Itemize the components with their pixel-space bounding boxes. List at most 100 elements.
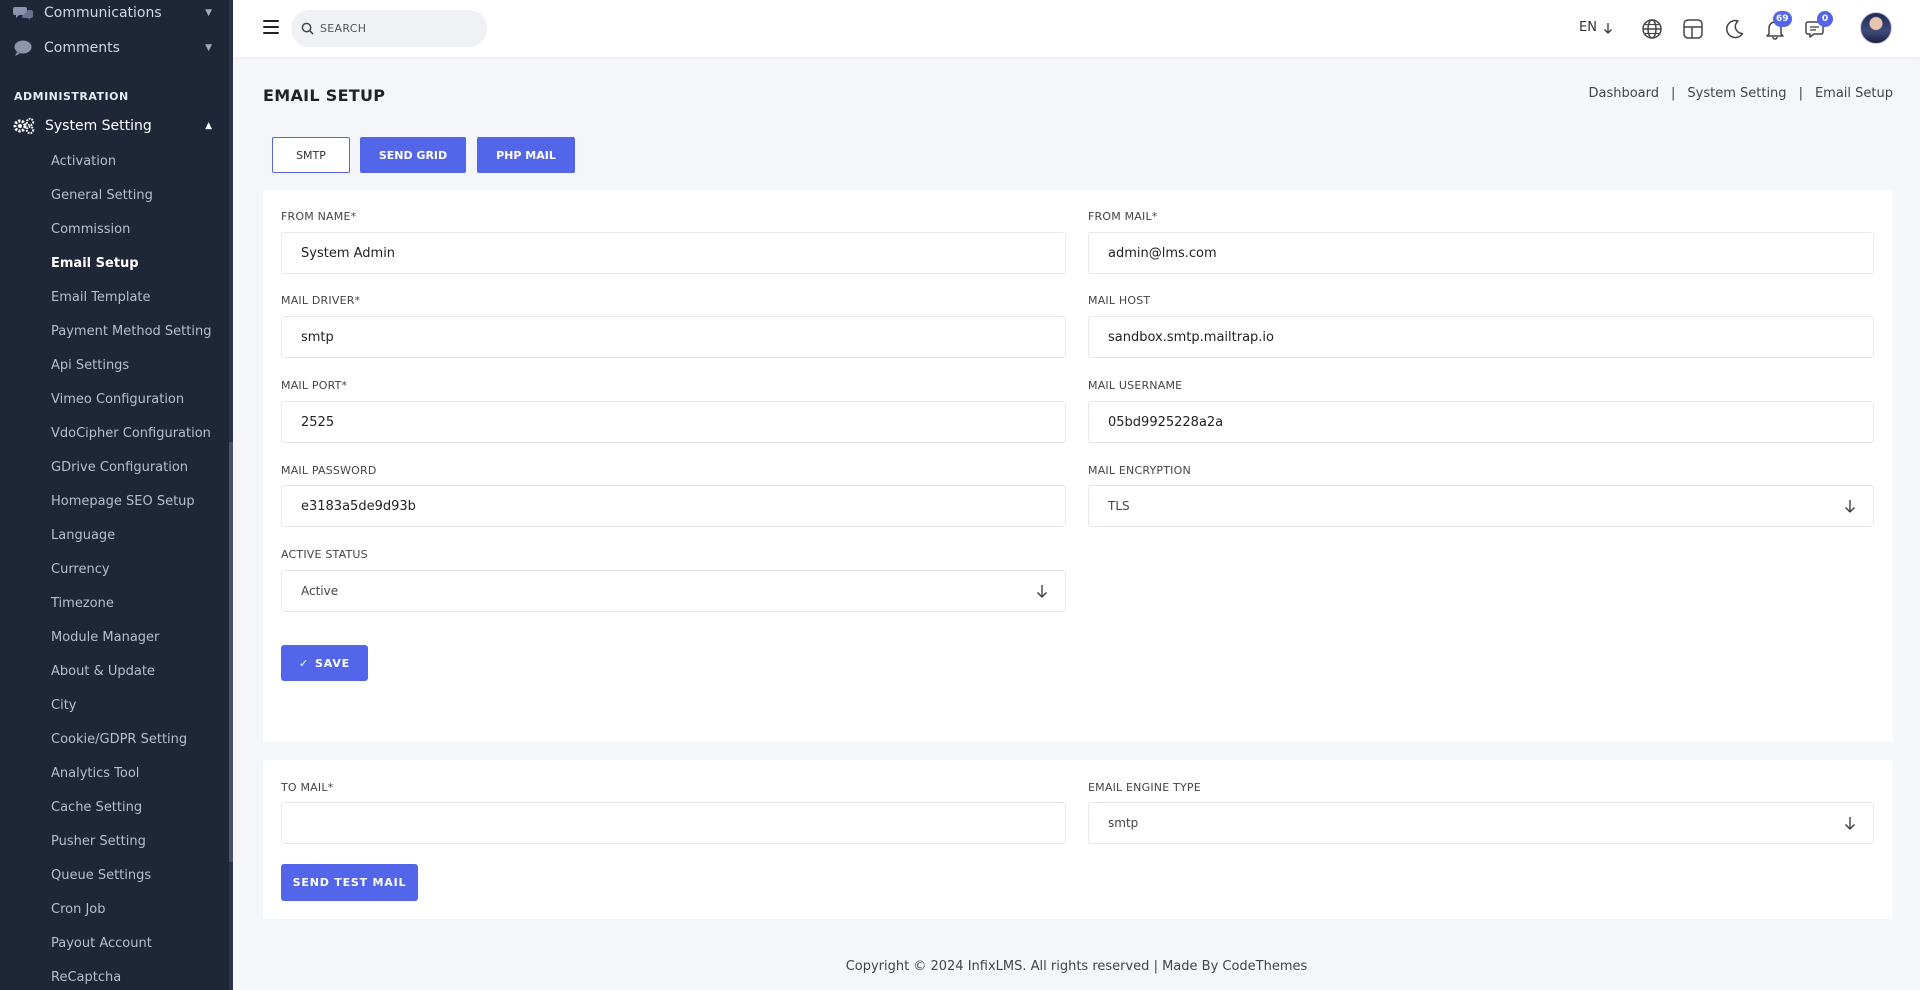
tab-smtp[interactable]: SMTP: [272, 137, 350, 173]
sidebar-item-general-setting[interactable]: General Setting: [51, 188, 153, 203]
chat-bubbles-icon: [12, 5, 34, 21]
sidebar-item-cookie-gdpr-setting[interactable]: Cookie/GDPR Setting: [51, 732, 187, 747]
mail-driver-label: MAIL DRIVER*: [281, 294, 361, 307]
sidebar-section-administration: ADMINISTRATION: [14, 90, 129, 103]
mail-username-label: MAIL USERNAME: [1088, 379, 1183, 392]
messages-count-badge: 0: [1817, 11, 1833, 27]
copyright-text: Copyright © 2024 InfixLMS. All rights re…: [845, 958, 1308, 974]
mail-host-label: MAIL HOST: [1088, 294, 1151, 307]
tab-php-mail[interactable]: PHP MAIL: [477, 137, 575, 173]
arrow-down-icon: [1845, 500, 1855, 513]
sidebar-item-activation[interactable]: Activation: [51, 154, 116, 169]
email-engine-type-select[interactable]: smtp: [1088, 802, 1874, 844]
sidebar-item-label: Communications: [44, 5, 162, 21]
breadcrumb: Dashboard | System Setting | Email Setup: [1588, 86, 1893, 101]
search-icon: [301, 22, 314, 35]
from-name-input[interactable]: [281, 232, 1066, 274]
sidebar-item-communications[interactable]: Communications ▼: [12, 5, 212, 21]
gears-icon: [12, 117, 36, 135]
caret-up-icon: ▲: [205, 121, 212, 131]
breadcrumb-separator: |: [1798, 86, 1803, 101]
mail-driver-input[interactable]: [281, 316, 1066, 358]
mail-username-input[interactable]: [1088, 401, 1874, 443]
arrow-down-icon: [1603, 22, 1612, 34]
sidebar-item-commission[interactable]: Commission: [51, 222, 130, 237]
sidebar-item-api-settings[interactable]: Api Settings: [51, 358, 129, 373]
sidebar-item-city[interactable]: City: [51, 698, 76, 713]
mail-encryption-label: MAIL ENCRYPTION: [1088, 464, 1191, 477]
email-setup-form-card: FROM NAME* FROM MAIL* MAIL DRIVER* MAIL …: [263, 190, 1893, 742]
sidebar-item-module-manager[interactable]: Module Manager: [51, 630, 159, 645]
from-name-label: FROM NAME*: [281, 210, 357, 223]
sidebar-item-payout-account[interactable]: Payout Account: [51, 936, 152, 951]
language-selector[interactable]: EN: [1579, 20, 1613, 35]
sidebar-item-comments[interactable]: Comments ▼: [12, 40, 212, 56]
save-button[interactable]: ✓ SAVE: [281, 645, 368, 681]
sidebar-item-payment-method-setting[interactable]: Payment Method Setting: [51, 324, 211, 339]
sidebar-item-timezone[interactable]: Timezone: [51, 596, 114, 611]
page-title: EMAIL SETUP: [263, 86, 386, 105]
breadcrumb-dashboard[interactable]: Dashboard: [1588, 86, 1659, 101]
breadcrumb-email-setup: Email Setup: [1814, 86, 1893, 101]
sidebar-item-system-setting[interactable]: System Setting ▲: [12, 117, 212, 135]
check-icon: ✓: [299, 656, 310, 670]
sidebar-item-email-template[interactable]: Email Template: [51, 290, 151, 305]
arrow-down-icon: [1845, 817, 1855, 830]
search-input[interactable]: [320, 22, 470, 35]
mail-encryption-select[interactable]: TLS: [1088, 485, 1874, 527]
breadcrumb-separator: |: [1671, 86, 1676, 101]
caret-down-icon: ▼: [205, 8, 212, 18]
mail-password-input[interactable]: [281, 485, 1066, 527]
notification-count-badge: 69: [1773, 11, 1792, 27]
sidebar-item-pusher-setting[interactable]: Pusher Setting: [51, 834, 146, 849]
mail-port-input[interactable]: [281, 401, 1066, 443]
sidebar-item-recaptcha[interactable]: ReCaptcha: [51, 970, 121, 985]
active-status-select[interactable]: Active: [281, 570, 1066, 612]
search-box[interactable]: [291, 10, 487, 47]
sidebar-item-homepage-seo-setup[interactable]: Homepage SEO Setup: [51, 494, 195, 509]
sidebar-item-queue-settings[interactable]: Queue Settings: [51, 868, 151, 883]
globe-icon[interactable]: [1641, 18, 1663, 40]
caret-down-icon: ▼: [205, 43, 212, 53]
active-status-label: ACTIVE STATUS: [281, 548, 368, 561]
email-engine-type-value: smtp: [1108, 816, 1139, 830]
tab-send-grid[interactable]: SEND GRID: [360, 137, 466, 173]
sidebar-scrollbar-thumb[interactable]: [229, 442, 233, 862]
sidebar-item-vdocipher-configuration[interactable]: VdoCipher Configuration: [51, 426, 211, 441]
sidebar-item-cache-setting[interactable]: Cache Setting: [51, 800, 142, 815]
comment-icon: [12, 40, 34, 56]
from-mail-input[interactable]: [1088, 232, 1874, 274]
sidebar-item-about-update[interactable]: About & Update: [51, 664, 155, 679]
active-status-value: Active: [301, 584, 339, 598]
sidebar-item-label: Comments: [44, 40, 120, 56]
from-mail-label: FROM MAIL*: [1088, 210, 1158, 223]
to-mail-input[interactable]: [281, 802, 1066, 844]
menu-toggle-icon[interactable]: [263, 20, 279, 34]
sidebar: Communications ▼ Comments ▼ ADMINISTRATI…: [0, 0, 233, 990]
mail-password-label: MAIL PASSWORD: [281, 464, 377, 477]
mail-port-label: MAIL PORT*: [281, 379, 348, 392]
sidebar-item-email-setup[interactable]: Email Setup: [51, 256, 139, 271]
footer: Copyright © 2024 InfixLMS. All rights re…: [233, 942, 1920, 990]
sidebar-item-analytics-tool[interactable]: Analytics Tool: [51, 766, 139, 781]
user-avatar[interactable]: [1860, 12, 1892, 44]
sidebar-item-vimeo-configuration[interactable]: Vimeo Configuration: [51, 392, 184, 407]
mail-encryption-value: TLS: [1108, 499, 1130, 513]
breadcrumb-system-setting[interactable]: System Setting: [1687, 86, 1786, 101]
sidebar-item-cron-job[interactable]: Cron Job: [51, 902, 106, 917]
to-mail-label: TO MAIL*: [281, 781, 334, 794]
top-header: EN: [233, 0, 1920, 57]
language-label: EN: [1579, 20, 1597, 35]
mail-host-input[interactable]: [1088, 316, 1874, 358]
sidebar-item-label: System Setting: [45, 118, 152, 134]
arrow-down-icon: [1037, 585, 1047, 598]
sidebar-item-language[interactable]: Language: [51, 528, 115, 543]
test-mail-card: TO MAIL* EMAIL ENGINE TYPE smtp SEND TES…: [263, 760, 1893, 919]
send-test-mail-button[interactable]: SEND TEST MAIL: [281, 864, 418, 901]
dark-mode-moon-icon[interactable]: [1723, 18, 1745, 40]
email-engine-type-label: EMAIL ENGINE TYPE: [1088, 781, 1201, 794]
sidebar-item-currency[interactable]: Currency: [51, 562, 110, 577]
save-button-label: SAVE: [315, 656, 350, 670]
sidebar-item-gdrive-configuration[interactable]: GDrive Configuration: [51, 460, 188, 475]
layout-icon[interactable]: [1682, 18, 1704, 40]
